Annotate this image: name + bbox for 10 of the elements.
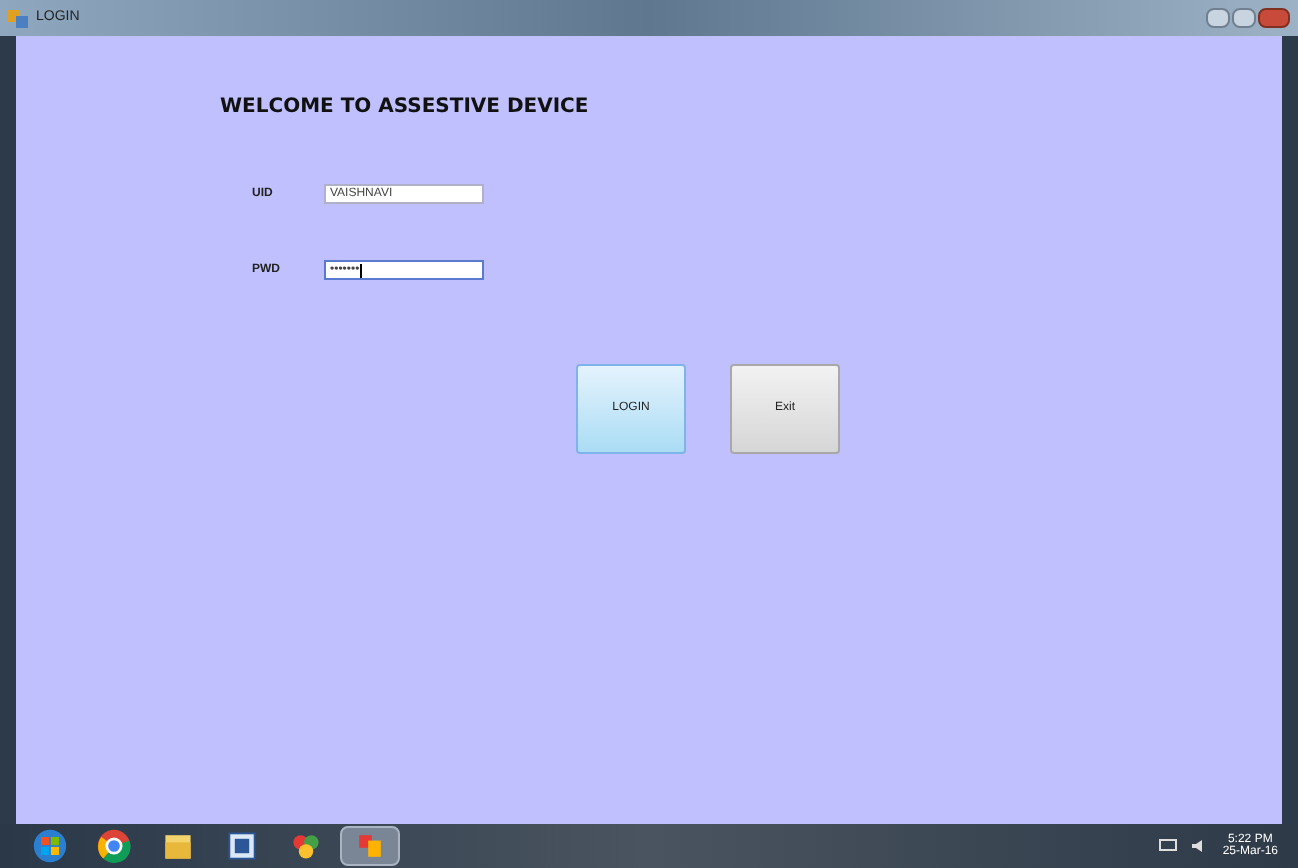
text-cursor — [359, 263, 362, 277]
window-icon — [8, 8, 28, 28]
maximize-button[interactable] — [1232, 8, 1256, 28]
network-icon — [1158, 838, 1179, 854]
document-icon — [224, 828, 260, 864]
welcome-heading: WELCOME TO ASSESTIVE DEVICE — [220, 94, 591, 122]
round-logo-icon — [96, 828, 132, 864]
close-button[interactable] — [1258, 8, 1290, 28]
start-orb-icon — [32, 828, 68, 864]
minimize-button[interactable] — [1206, 8, 1230, 28]
